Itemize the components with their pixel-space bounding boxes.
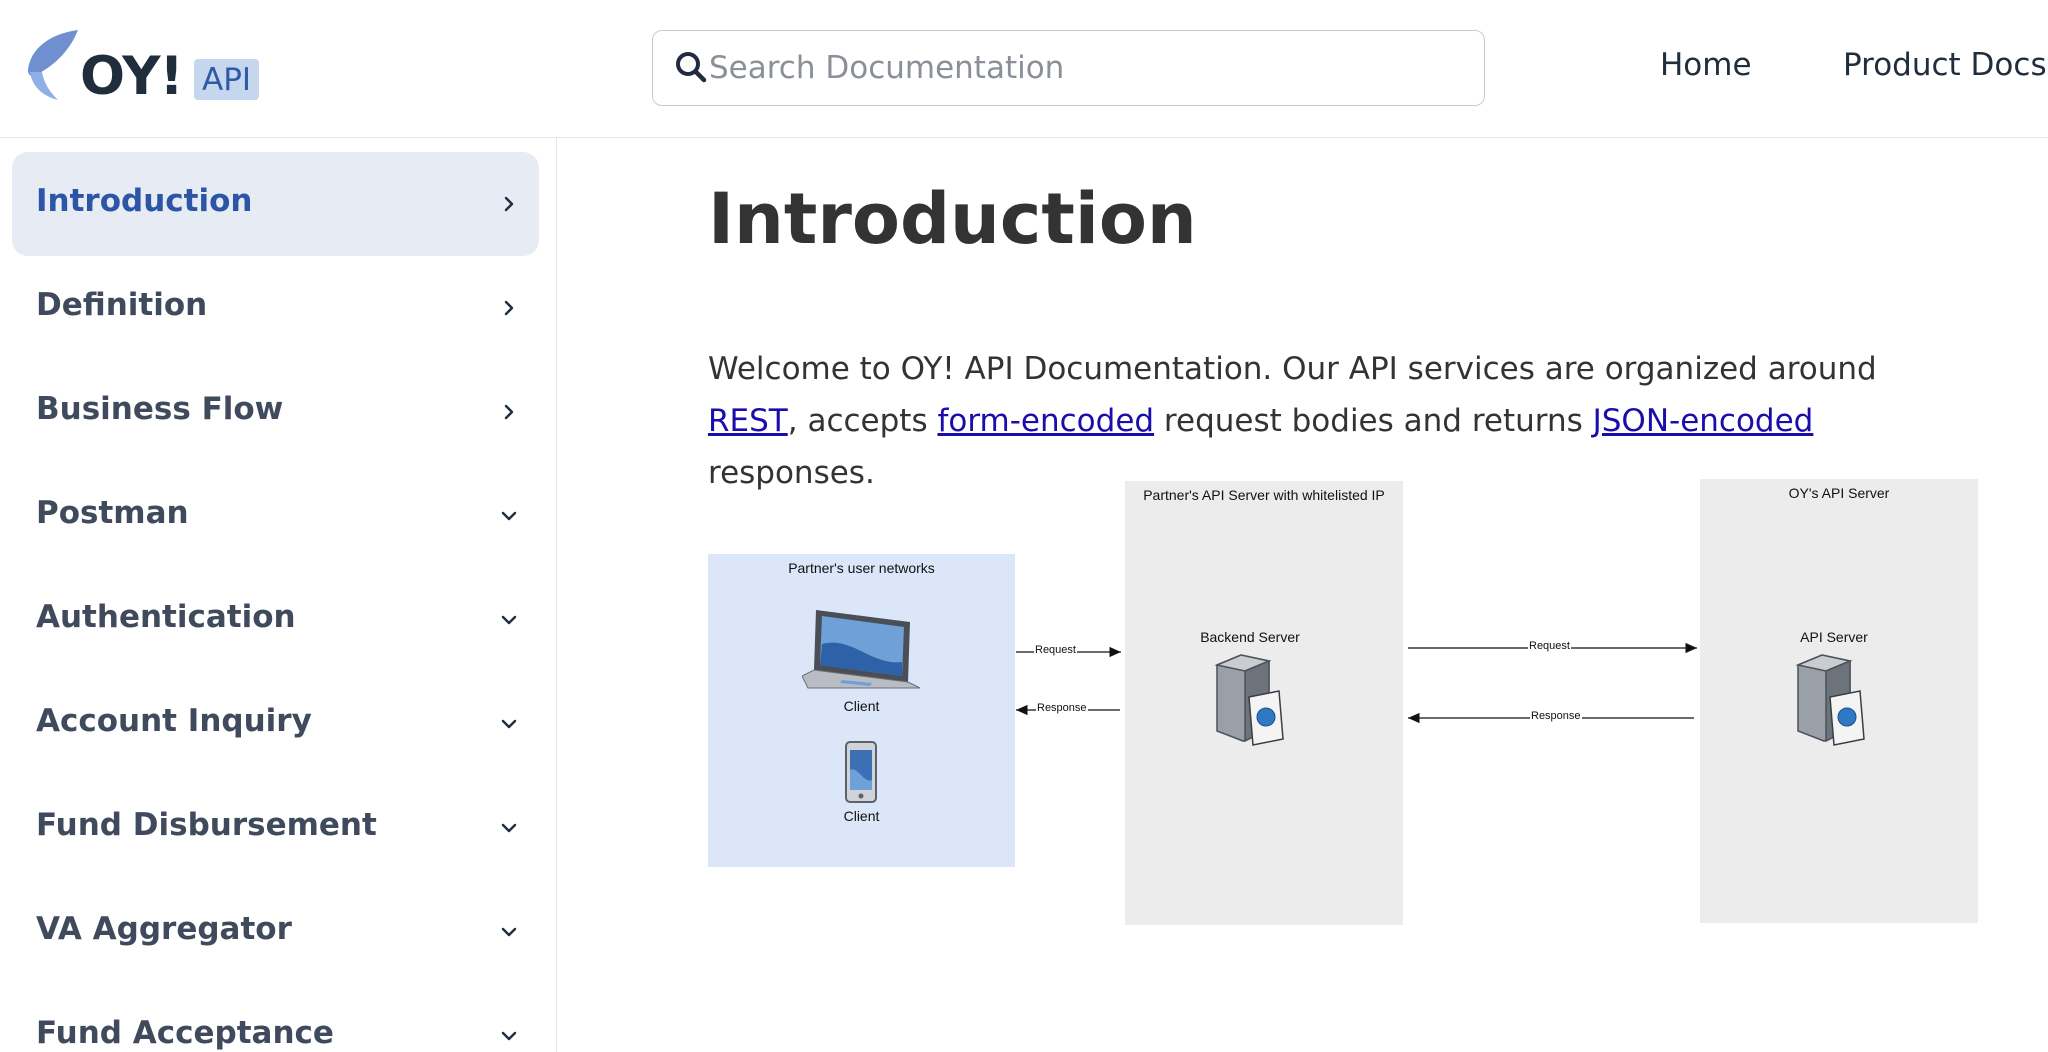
sidebar-nav: Introduction Definition Business Flow Po… [0,138,557,1052]
sidebar-item-label: Account Inquiry [36,703,312,739]
oy-logo-leaf-icon [28,30,78,100]
sidebar-item-label: Fund Disbursement [36,807,377,843]
chevron-right-icon [504,404,514,420]
intro-text: request bodies and returns [1154,403,1593,439]
sidebar-item-label: Definition [36,287,208,323]
architecture-diagram: Partner's user networks Client Client Pa… [708,478,1998,925]
sidebar-item-va-aggregator[interactable]: VA Aggregator [12,880,539,984]
sidebar-item-introduction[interactable]: Introduction [12,152,539,256]
request-arrow-label: Request [1528,640,1571,652]
search-box[interactable] [652,30,1485,106]
top-header: OY! API Home Product Docs [0,0,2048,138]
response-arrow-label: Response [1036,702,1088,714]
main-content: Introduction Welcome to OY! API Document… [557,138,2048,1052]
chevron-down-icon [501,511,517,521]
form-encoded-link[interactable]: form-encoded [937,403,1154,439]
chevron-down-icon [501,719,517,729]
sidebar-item-fund-disbursement[interactable]: Fund Disbursement [12,776,539,880]
response-arrow-label: Response [1530,710,1582,722]
sidebar-item-label: Fund Acceptance [36,1015,334,1051]
sidebar-item-label: Introduction [36,183,253,219]
chevron-down-icon [501,927,517,937]
sidebar-item-definition[interactable]: Definition [12,256,539,360]
nav-product-docs-link[interactable]: Product Docs [1843,47,2047,83]
chevron-down-icon [501,823,517,833]
nav-home-link[interactable]: Home [1660,47,1752,83]
logo-api-badge: API [194,59,260,101]
chevron-down-icon [501,1031,517,1041]
logo-wordmark: OY! [80,46,184,107]
page-title: Introduction [708,178,1197,260]
intro-text: Welcome to OY! API Documentation. Our AP… [708,351,1877,387]
sidebar-item-label: Postman [36,495,189,531]
chevron-right-icon [504,196,514,212]
search-icon [676,52,707,83]
oy-api-logo[interactable]: OY! API [26,28,266,108]
sidebar-item-business-flow[interactable]: Business Flow [12,360,539,464]
rest-link[interactable]: REST [708,403,788,439]
sidebar-item-authentication[interactable]: Authentication [12,568,539,672]
chevron-down-icon [501,615,517,625]
intro-paragraph: Welcome to OY! API Documentation. Our AP… [708,343,1968,499]
sidebar-item-label: Business Flow [36,391,284,427]
sidebar-item-postman[interactable]: Postman [12,464,539,568]
sidebar-item-label: Authentication [36,599,296,635]
intro-text: , accepts [787,403,938,439]
request-arrow-label: Request [1034,644,1077,656]
sidebar-item-label: VA Aggregator [36,911,292,947]
diagram-arrows [1016,642,1697,724]
sidebar-item-account-inquiry[interactable]: Account Inquiry [12,672,539,776]
search-input[interactable] [709,45,1449,91]
json-encoded-link[interactable]: JSON-encoded [1593,403,1814,439]
sidebar-item-fund-acceptance[interactable]: Fund Acceptance [12,984,539,1052]
chevron-right-icon [504,300,514,316]
